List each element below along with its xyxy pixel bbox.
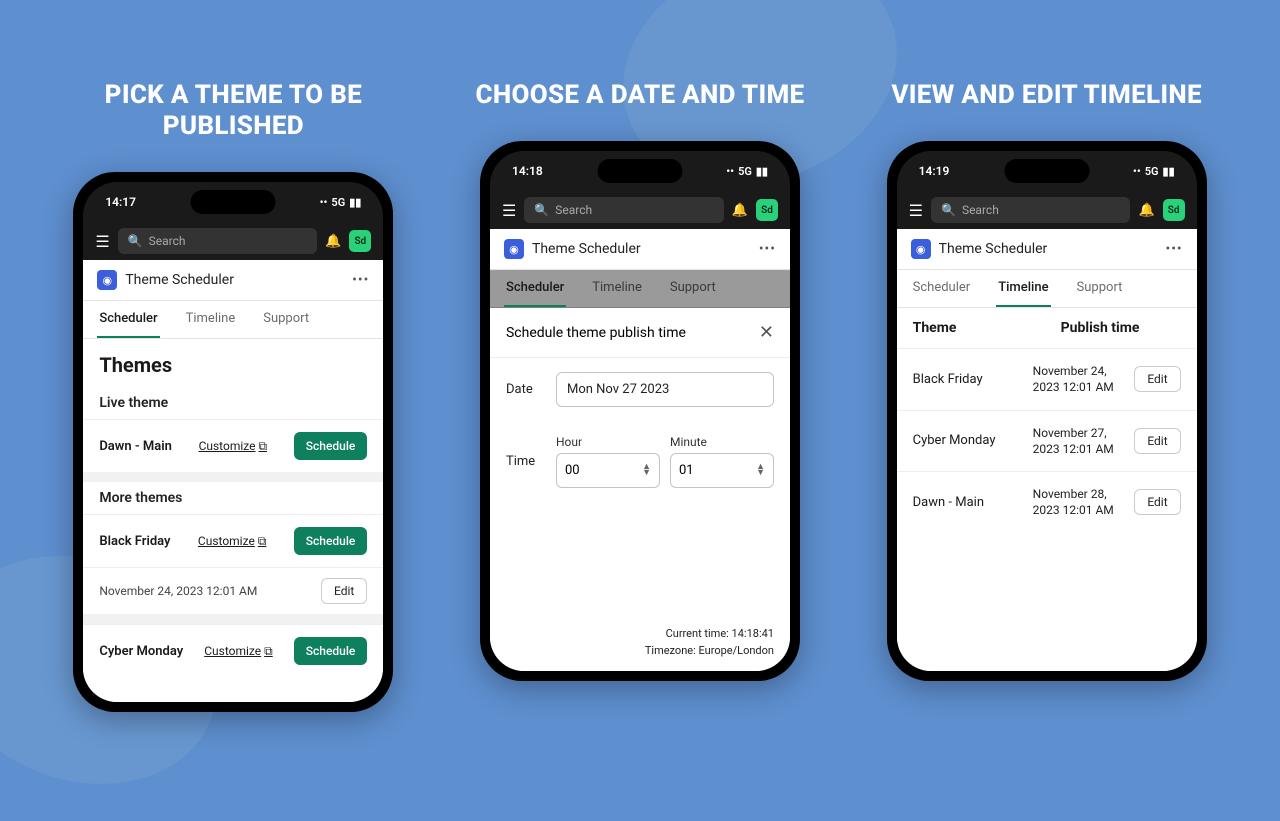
schedule-button[interactable]: Schedule xyxy=(294,432,368,460)
row-name: Dawn - Main xyxy=(913,495,1033,510)
time-label: Time xyxy=(506,454,544,469)
col-theme: Theme xyxy=(913,320,1061,336)
section-title: Themes xyxy=(83,339,383,387)
theme-name: Cyber Monday xyxy=(99,644,183,659)
external-icon: ⧉ xyxy=(259,439,268,454)
heading-3: VIEW AND EDIT TIMELINE xyxy=(891,80,1202,111)
more-icon[interactable]: ••• xyxy=(352,272,369,288)
edit-button[interactable]: Edit xyxy=(1134,428,1180,454)
phone-mock-1: 14:17 ••5G▮▮ ☰ 🔍Search 🔔 Sd ◉ Theme Sche… xyxy=(73,172,393,712)
menu-icon[interactable]: ☰ xyxy=(909,201,923,220)
heading-1: PICK A THEME TO BE PUBLISHED xyxy=(33,80,433,142)
avatar[interactable]: Sd xyxy=(1163,199,1185,221)
search-icon: 🔍 xyxy=(128,234,143,248)
status-right: ••5G▮▮ xyxy=(1133,165,1175,178)
hour-select[interactable]: 00▲▼ xyxy=(556,453,660,488)
table-row: Cyber Monday November 27, 2023 12:01 AM … xyxy=(897,410,1197,471)
customize-link[interactable]: Customize ⧉ xyxy=(198,534,267,549)
theme-name: Dawn - Main xyxy=(99,439,172,454)
search-input[interactable]: 🔍Search xyxy=(931,197,1130,223)
tab-scheduler[interactable]: Scheduler xyxy=(504,270,566,307)
row-time: November 28, 2023 12:01 AM xyxy=(1033,486,1133,518)
col-publish: Publish time xyxy=(1061,320,1181,336)
tab-timeline[interactable]: Timeline xyxy=(590,270,644,307)
bell-icon[interactable]: 🔔 xyxy=(325,234,341,249)
edit-button[interactable]: Edit xyxy=(1134,366,1180,392)
current-time: Current time: 14:18:41 xyxy=(506,626,774,643)
more-themes-label: More themes xyxy=(83,482,383,514)
tab-support[interactable]: Support xyxy=(1075,270,1125,307)
heading-2: CHOOSE A DATE AND TIME xyxy=(476,80,805,111)
bell-icon[interactable]: 🔔 xyxy=(732,203,748,218)
status-time: 14:18 xyxy=(512,164,543,178)
app-title: Theme Scheduler xyxy=(532,241,759,257)
app-title: Theme Scheduler xyxy=(125,272,352,288)
phone-mock-3: 14:19 ••5G▮▮ ☰ 🔍Search 🔔 Sd ◉ Theme Sche… xyxy=(887,141,1207,681)
more-icon[interactable]: ••• xyxy=(1165,241,1182,257)
app-icon: ◉ xyxy=(97,270,117,290)
row-name: Cyber Monday xyxy=(913,433,1033,448)
schedule-meta: November 24, 2023 12:01 AM xyxy=(99,584,257,598)
hour-label: Hour xyxy=(556,435,660,449)
tab-timeline[interactable]: Timeline xyxy=(184,301,238,338)
menu-icon[interactable]: ☰ xyxy=(502,201,516,220)
search-input[interactable]: 🔍Search xyxy=(524,197,723,223)
tab-scheduler[interactable]: Scheduler xyxy=(97,301,159,338)
stepper-icon: ▲▼ xyxy=(756,465,765,476)
modal-title: Schedule theme publish time xyxy=(506,325,686,341)
app-icon: ◉ xyxy=(504,239,524,259)
theme-name: Black Friday xyxy=(99,534,170,549)
app-icon: ◉ xyxy=(911,239,931,259)
avatar[interactable]: Sd xyxy=(756,199,778,221)
status-time: 14:17 xyxy=(105,195,136,209)
close-icon[interactable]: ✕ xyxy=(759,322,774,343)
avatar[interactable]: Sd xyxy=(349,230,371,252)
bell-icon[interactable]: 🔔 xyxy=(1138,203,1154,218)
date-input[interactable]: Mon Nov 27 2023 xyxy=(556,372,774,407)
app-title: Theme Scheduler xyxy=(939,241,1166,257)
schedule-button[interactable]: Schedule xyxy=(294,637,368,665)
search-icon: 🔍 xyxy=(534,203,549,217)
table-row: Dawn - Main November 28, 2023 12:01 AM E… xyxy=(897,471,1197,532)
row-name: Black Friday xyxy=(913,372,1033,387)
external-icon: ⧉ xyxy=(264,644,273,659)
external-icon: ⧉ xyxy=(258,534,267,549)
schedule-button[interactable]: Schedule xyxy=(294,527,368,555)
tab-support[interactable]: Support xyxy=(261,301,311,338)
status-time: 14:19 xyxy=(919,164,950,178)
edit-button[interactable]: Edit xyxy=(321,578,367,604)
customize-link[interactable]: Customize ⧉ xyxy=(199,439,268,454)
search-input[interactable]: 🔍Search xyxy=(118,228,317,254)
customize-link[interactable]: Customize ⧉ xyxy=(204,644,273,659)
more-icon[interactable]: ••• xyxy=(759,241,776,257)
live-theme-label: Live theme xyxy=(83,387,383,419)
tab-scheduler[interactable]: Scheduler xyxy=(911,270,973,307)
status-right: ••5G▮▮ xyxy=(320,196,362,209)
table-row: Black Friday November 24, 2023 12:01 AM … xyxy=(897,348,1197,409)
minute-select[interactable]: 01▲▼ xyxy=(670,453,774,488)
row-time: November 27, 2023 12:01 AM xyxy=(1033,425,1133,457)
tab-support[interactable]: Support xyxy=(668,270,718,307)
tab-timeline[interactable]: Timeline xyxy=(996,270,1050,307)
edit-button[interactable]: Edit xyxy=(1134,489,1180,515)
status-right: ••5G▮▮ xyxy=(726,165,768,178)
date-label: Date xyxy=(506,382,544,397)
row-time: November 24, 2023 12:01 AM xyxy=(1033,363,1133,395)
menu-icon[interactable]: ☰ xyxy=(95,232,109,251)
search-icon: 🔍 xyxy=(941,203,956,217)
stepper-icon: ▲▼ xyxy=(642,465,651,476)
minute-label: Minute xyxy=(670,435,774,449)
phone-mock-2: 14:18 ••5G▮▮ ☰ 🔍Search 🔔 Sd ◉ Theme Sche… xyxy=(480,141,800,681)
timezone: Timezone: Europe/London xyxy=(506,643,774,660)
